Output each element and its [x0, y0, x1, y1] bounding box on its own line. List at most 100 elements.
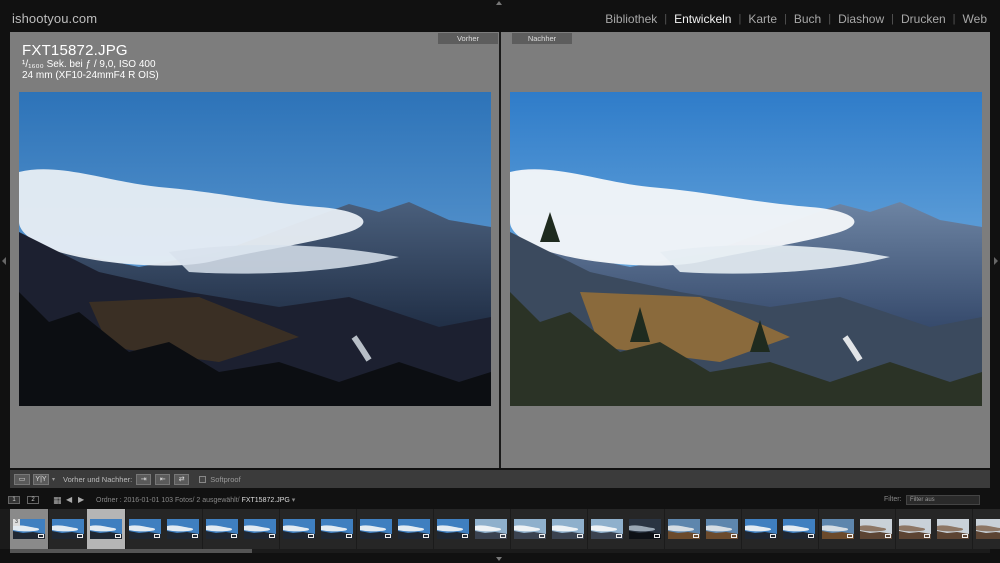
develop-settings-badge-icon [654, 534, 660, 538]
filmstrip-thumbnail[interactable] [125, 509, 164, 549]
source-folder: Ordner : 2016-01-01 [96, 497, 160, 504]
before-photo[interactable] [19, 92, 491, 406]
after-photo-image [510, 92, 982, 406]
develop-settings-badge-icon [808, 534, 814, 538]
develop-settings-badge-icon [384, 534, 391, 538]
develop-settings-badge-icon [230, 534, 237, 538]
forward-arrow-icon[interactable]: ▶ [78, 495, 84, 504]
copy-before-to-after-icon[interactable]: ⇥ [136, 473, 152, 485]
develop-settings-badge-icon [885, 534, 891, 538]
filmstrip-thumbnail[interactable] [703, 509, 741, 549]
filmstrip-thumbnail[interactable] [741, 509, 780, 549]
after-pane: Nachher [501, 32, 990, 468]
back-arrow-icon[interactable]: ◀ [66, 495, 72, 504]
module-drucken[interactable]: Drucken [894, 12, 953, 26]
filmstrip-scrollbar-thumb[interactable] [10, 549, 252, 553]
develop-settings-badge-icon [500, 534, 506, 538]
photo-lens: 24 mm (XF10-24mmF4 R OIS) [22, 70, 159, 81]
filmstrip-source-path[interactable]: Ordner : 2016-01-01 103 Fotos/ 2 ausgewä… [96, 496, 295, 504]
photo-exposure: ¹/₁₆₀₀ Sek. bei ƒ / 9,0, ISO 400 [22, 59, 156, 70]
develop-settings-badge-icon [192, 534, 198, 538]
filmstrip-thumbnail[interactable] [510, 509, 549, 549]
filmstrip-thumbnail[interactable] [48, 509, 87, 549]
thumbnail-svg [975, 519, 1000, 539]
filmstrip-thumbnail[interactable] [549, 509, 587, 549]
filter-select[interactable]: Filter aus [906, 495, 980, 505]
loupe-view-icon[interactable]: ▭ [14, 473, 30, 485]
collapse-filmstrip-icon[interactable] [496, 557, 502, 561]
filter-label: Filter: [884, 496, 902, 503]
thumbnail-image [975, 519, 1000, 539]
filmstrip-thumbnail[interactable] [164, 509, 202, 549]
before-label: Vorher [438, 33, 498, 44]
filmstrip-thumbnail[interactable]: 3 [10, 509, 48, 549]
filmstrip-thumbnail[interactable] [241, 509, 279, 549]
after-photo[interactable] [510, 92, 982, 406]
filmstrip-thumbnail[interactable] [318, 509, 356, 549]
compare-toolbar: ▭ Y|Y ▾ Vorher und Nachher: ⇥ ⇤ ⇄ Softpr… [10, 470, 990, 488]
filmstrip-thumbnail[interactable] [780, 509, 818, 549]
filmstrip-thumbnail[interactable] [356, 509, 395, 549]
filmstrip-thumbnail[interactable] [664, 509, 703, 549]
develop-settings-badge-icon [615, 534, 622, 538]
filmstrip-thumbnail[interactable] [934, 509, 972, 549]
before-after-compare-view: Vorher FXT15872.JPG ¹/₁₆₀₀ Sek. bei ƒ / … [10, 32, 990, 468]
develop-settings-badge-icon [846, 534, 853, 538]
grid-view-icon[interactable]: ▦ [53, 495, 62, 506]
filmstrip-thumbnail[interactable] [395, 509, 433, 549]
filmstrip-thumbnail[interactable] [895, 509, 934, 549]
module-picker: Bibliothek | Entwickeln | Karte | Buch |… [598, 12, 994, 26]
develop-settings-badge-icon [538, 534, 545, 538]
develop-settings-badge-icon [577, 534, 583, 538]
filmstrip-thumbnail[interactable] [972, 509, 1000, 549]
softproof-checkbox[interactable] [199, 475, 207, 483]
develop-settings-badge-icon [769, 534, 776, 538]
filmstrip-thumbnail[interactable] [279, 509, 318, 549]
source-current-file: FXT15872.JPG [241, 497, 290, 504]
develop-settings-badge-icon [423, 534, 429, 538]
collapse-top-panel-icon[interactable] [496, 1, 502, 5]
after-label: Nachher [512, 33, 572, 44]
develop-settings-badge-icon [461, 534, 468, 538]
before-after-label: Vorher und Nachher: [63, 474, 133, 484]
filmstrip: 3 [0, 509, 1000, 549]
develop-settings-badge-icon [923, 534, 930, 538]
develop-settings-badge-icon [962, 534, 968, 538]
module-web[interactable]: Web [956, 12, 994, 26]
photo-filename: FXT15872.JPG [22, 42, 128, 59]
before-after-mode-button[interactable]: Y|Y [33, 473, 49, 485]
secondary-window-button[interactable]: 2 [27, 496, 39, 504]
swap-before-after-icon[interactable]: ⇄ [174, 473, 190, 485]
module-karte[interactable]: Karte [741, 12, 784, 26]
develop-settings-badge-icon [115, 534, 121, 538]
develop-settings-badge-icon [346, 534, 352, 538]
module-entwickeln[interactable]: Entwickeln [667, 12, 738, 26]
before-pane: Vorher FXT15872.JPG ¹/₁₆₀₀ Sek. bei ƒ / … [10, 32, 499, 468]
photo-info-overlay: FXT15872.JPG ¹/₁₆₀₀ Sek. bei ƒ / 9,0, IS… [22, 42, 159, 81]
source-dropdown-icon[interactable]: ▾ [292, 497, 296, 504]
filmstrip-thumbnail[interactable] [818, 509, 857, 549]
develop-settings-badge-icon [692, 534, 699, 538]
main-window-button[interactable]: 1 [8, 496, 20, 504]
filmstrip-thumbnail[interactable] [433, 509, 472, 549]
filmstrip-thumbnail[interactable] [202, 509, 241, 549]
collapse-left-panel-icon[interactable] [2, 257, 6, 265]
develop-settings-badge-icon [731, 534, 737, 538]
module-bibliothek[interactable]: Bibliothek [598, 12, 664, 26]
filmstrip-thumbnail[interactable] [587, 509, 626, 549]
module-buch[interactable]: Buch [787, 12, 828, 26]
filmstrip-thumbnail[interactable] [857, 509, 895, 549]
develop-settings-badge-icon [307, 534, 314, 538]
top-bar: ishootyou.com Bibliothek | Entwickeln | … [0, 0, 1000, 34]
develop-settings-badge-icon [269, 534, 275, 538]
copy-after-to-before-icon[interactable]: ⇤ [155, 473, 171, 485]
filmstrip-thumbnail[interactable] [472, 509, 510, 549]
module-diashow[interactable]: Diashow [831, 12, 891, 26]
collapse-right-panel-icon[interactable] [994, 257, 998, 265]
thumbnail-index-badge: 3 [13, 519, 20, 526]
filmstrip-header: 1 2 ▦ ◀ ▶ Ordner : 2016-01-01 103 Fotos/… [0, 492, 1000, 508]
filmstrip-thumbnail[interactable] [626, 509, 664, 549]
source-counts: 103 Fotos/ 2 ausgewählt/ [161, 497, 240, 504]
before-after-mode-dropdown-icon[interactable]: ▾ [52, 476, 55, 483]
filmstrip-thumbnail[interactable] [87, 509, 125, 549]
